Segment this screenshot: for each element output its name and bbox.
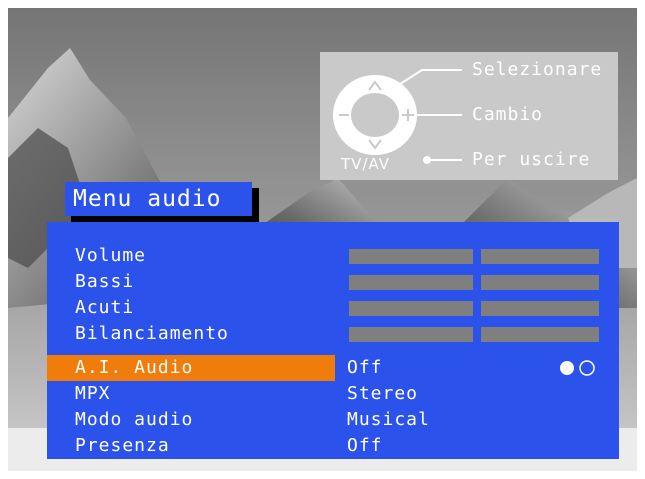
acuti-slider[interactable] [349,301,599,316]
tvav-label: TV/AV [341,155,391,173]
presenza-value: Off [347,435,383,456]
row-label: Presenza [75,435,170,456]
ai-audio-value: Off [347,357,383,378]
menu-row-presenza[interactable]: Presenza Off [47,433,619,459]
toggle-dots-icon[interactable] [559,360,603,376]
slider-right-segment [481,275,599,290]
menu-row-mpx[interactable]: MPX Stereo [47,381,619,407]
remote-hint-panel: Selezionare Cambio Per uscire TV/AV [320,52,618,180]
change-legend: Cambio [472,104,544,125]
row-label: MPX [75,383,111,404]
slider-left-segment [349,327,473,342]
slider-right-segment [481,327,599,342]
row-label: A.I. Audio [75,357,194,378]
menu-row-modo-audio[interactable]: Modo audio Musical [47,407,619,433]
slider-left-segment [349,301,473,316]
menu-row-acuti[interactable]: Acuti [47,295,619,321]
mpx-value: Stereo [347,383,419,404]
row-label: Bilanciamento [75,323,229,344]
menu-row-bilanciamento[interactable]: Bilanciamento [47,321,619,347]
exit-legend: Per uscire [472,149,591,170]
slider-left-segment [349,249,473,264]
audio-menu-panel: Volume Bassi Acuti Bilanciamento A.I. Au… [47,222,619,459]
slider-right-segment [481,301,599,316]
tv-screen: Selezionare Cambio Per uscire TV/AV Menu… [8,8,637,471]
menu-row-ai-audio[interactable]: A.I. Audio Off [47,355,619,381]
slider-right-segment [481,249,599,264]
bilanciamento-slider[interactable] [349,327,599,342]
menu-row-volume[interactable]: Volume [47,243,619,269]
row-label: Modo audio [75,409,194,430]
menu-title: Menu audio [65,182,252,216]
volume-slider[interactable] [349,249,599,264]
select-legend: Selezionare [472,59,603,80]
row-label: Bassi [75,271,135,292]
row-label: Acuti [75,297,135,318]
row-label: Volume [75,245,147,266]
bassi-slider[interactable] [349,275,599,290]
slider-left-segment [349,275,473,290]
modo-audio-value: Musical [347,409,430,430]
menu-row-bassi[interactable]: Bassi [47,269,619,295]
